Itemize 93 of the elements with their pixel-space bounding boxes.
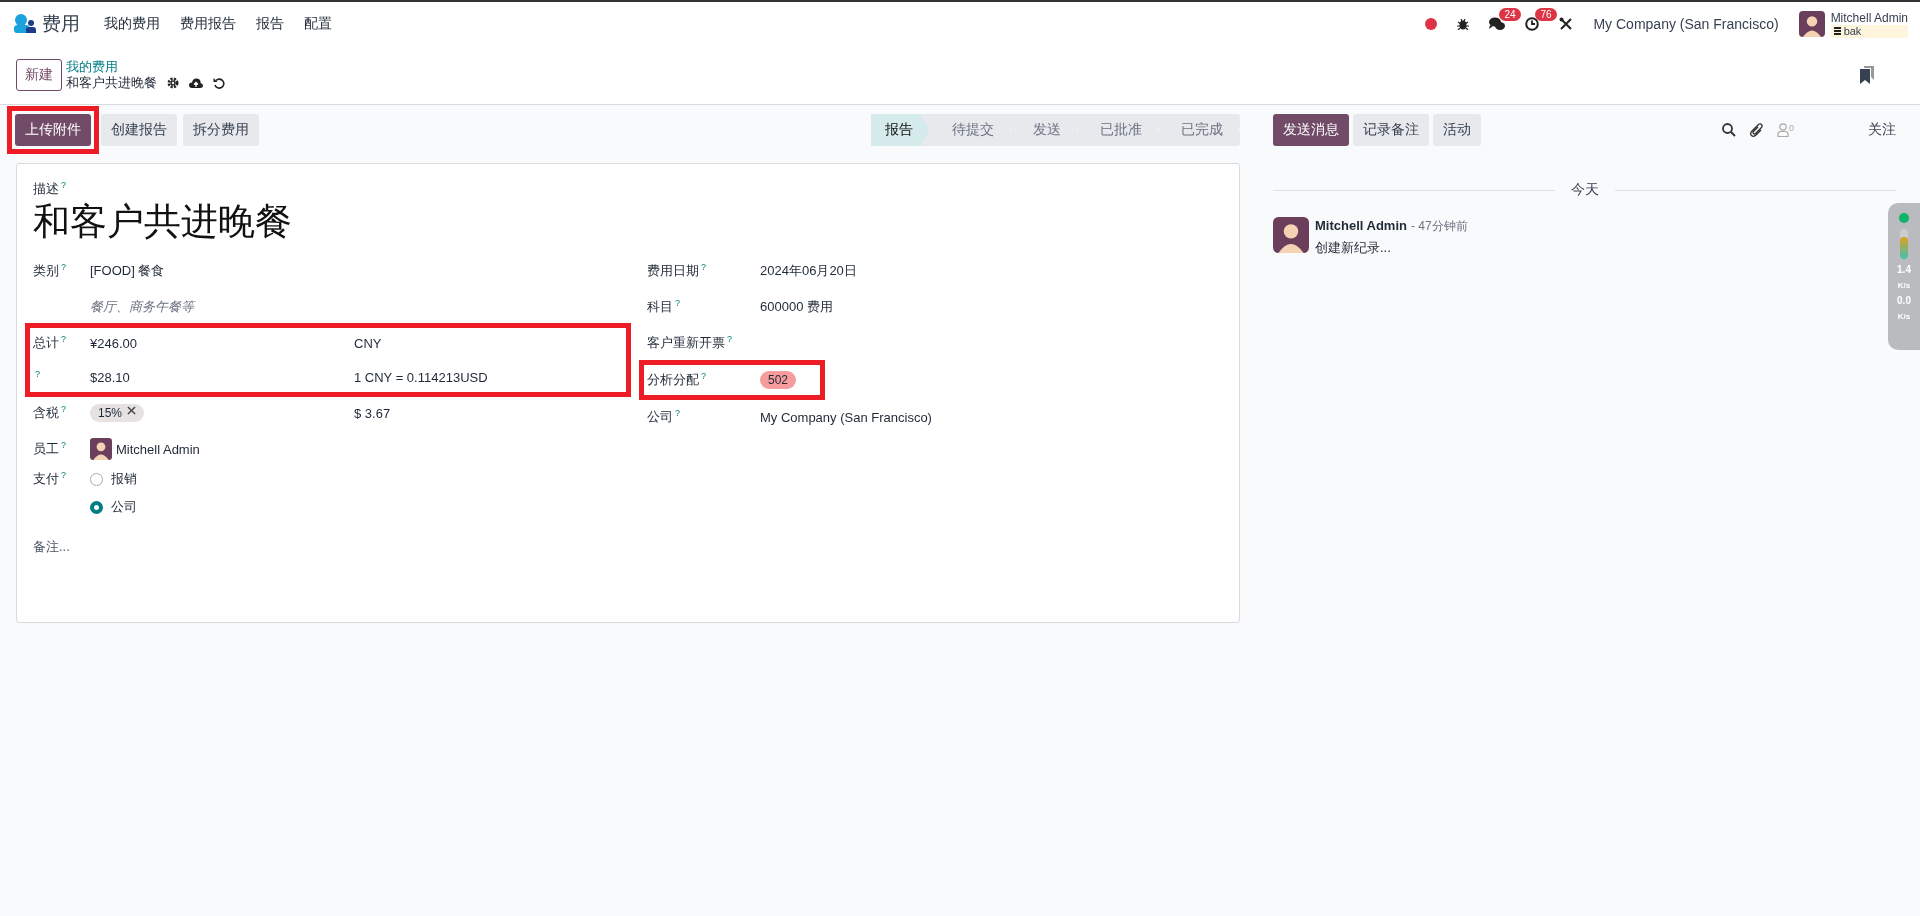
help-mark[interactable]: ? [701,262,706,273]
status-dot-icon [1899,213,1909,223]
gear-icon[interactable] [167,77,179,89]
download-speed: 0.0 [1897,296,1911,306]
field-label: 总计$^{?}$ [33,334,67,353]
clock-icon[interactable] [1525,17,1540,31]
field-label: 分析分配$^{?}$ [647,371,707,390]
help-mark[interactable]: ? [61,470,66,481]
amount-value[interactable]: ¥246.00 [90,335,354,351]
message-body: 创建新纪录... [1315,239,1392,257]
help-mark[interactable]: ? [35,369,40,380]
field-value[interactable]: 600000 费用 [760,298,1237,317]
currency-value: 1 CNY = 0.114213USD [354,369,489,385]
expense-title[interactable]: 和客户共进晚餐 [33,200,1223,245]
cloud-upload-icon[interactable] [189,77,203,89]
status-step[interactable]: 待提交 [930,114,1011,146]
chatter-button[interactable]: 活动 [1433,114,1481,146]
database-label: bak [1830,24,1908,38]
action-button[interactable]: 上传附件 [15,114,91,146]
field-label: 客户重新开票$^{?}$ [647,334,733,353]
help-mark[interactable]: ? [61,334,66,345]
field-label: 科目$^{?}$ [647,298,681,317]
message-author[interactable]: Mitchell Admin [1315,218,1407,233]
field-value[interactable]: 2024年06月20日 [760,262,1237,281]
breadcrumb-link[interactable]: 我的费用 [66,59,225,75]
user-name[interactable]: Mitchell Admin [1830,10,1908,25]
chatter-button[interactable]: 记录备注 [1353,114,1429,146]
menu-item[interactable]: 报告 [246,15,294,33]
avatar-icon [90,438,112,461]
radio-button[interactable] [90,500,103,514]
followers-count: 0 [1789,123,1794,133]
field-label: 公司$^{?}$ [647,408,681,427]
tax-amount: $ 3.67 [354,405,392,421]
field-label: 支付$^{?}$ [33,470,67,489]
tax-tag[interactable]: 15% [90,404,145,423]
menu-item[interactable]: 我的费用 [94,15,170,33]
gauge-icon [1900,229,1908,259]
chat-icon[interactable] [1489,17,1506,31]
field-value[interactable]: [FOOD] 餐食 [90,262,354,281]
help-mark[interactable]: ? [61,440,66,451]
company-switcher[interactable]: My Company (San Francisco) [1593,16,1779,32]
amount-value[interactable]: $28.10 [90,369,354,385]
date-divider-label: 今天 [1570,181,1599,199]
database-icon [1833,27,1841,35]
status-step[interactable]: 发送 [1011,114,1078,146]
message-time: - 47分钟前 [1410,219,1468,233]
menu-item[interactable]: 配置 [294,15,342,33]
record-name: 和客户共进晚餐 [66,75,157,91]
status-step[interactable]: 已完成 [1159,114,1240,146]
field-label: 含税$^{?}$ [33,404,67,423]
expenses-logo-icon[interactable] [14,14,36,34]
help-mark[interactable]: ? [701,371,706,382]
paperclip-icon[interactable] [1750,122,1763,138]
message-count-badge: 24 [1499,8,1521,21]
help-mark[interactable]: ? [675,298,680,309]
employee-name[interactable]: Mitchell Admin [116,441,200,457]
record-dot-icon[interactable] [1425,18,1438,30]
undo-icon[interactable] [213,77,225,89]
action-button[interactable]: 拆分费用 [183,114,259,146]
status-step[interactable]: 已批准 [1078,114,1159,146]
radio-label[interactable]: 报销 [111,470,137,489]
action-button[interactable]: 创建报告 [101,114,177,146]
avatar-icon [1273,217,1309,253]
avatar-icon [1798,11,1825,37]
new-button[interactable]: 新建 [16,59,62,91]
app-name[interactable]: 费用 [42,11,80,37]
field-label: 类别$^{?}$ [33,262,67,281]
close-icon[interactable] [127,406,137,416]
field-value[interactable]: My Company (San Francisco) [760,409,1237,425]
menu-item[interactable]: 费用报告 [170,15,246,33]
notes-field[interactable]: 备注... [33,538,1223,557]
field-hint: 餐厅、商务午餐等 [90,298,197,317]
field-label: 员工$^{?}$ [33,440,67,459]
bug-icon[interactable] [1457,18,1470,30]
help-mark[interactable]: ? [61,180,66,190]
download-unit: K/s [1897,312,1911,321]
chatter-button[interactable]: 发送消息 [1273,114,1349,146]
field-label: 费用日期$^{?}$ [647,262,707,281]
bookmark-icon[interactable] [1860,66,1874,84]
follow-link[interactable]: 关注 [1868,121,1896,139]
search-icon[interactable] [1722,123,1736,137]
help-mark[interactable]: ? [727,334,732,345]
help-mark[interactable]: ? [61,262,66,273]
currency-value: CNY [354,335,383,351]
radio-label[interactable]: 公司 [111,498,137,517]
analytic-tag[interactable]: 502 [760,371,797,390]
status-step[interactable]: 报告 [871,114,930,146]
upload-unit: K/s [1897,281,1911,290]
help-mark[interactable]: ? [61,404,66,415]
activity-count-badge: 76 [1535,8,1557,21]
upload-speed: 1.4 [1897,265,1911,275]
help-mark[interactable]: ? [675,408,680,419]
field-label: 描述$^{?}$ [33,181,66,197]
